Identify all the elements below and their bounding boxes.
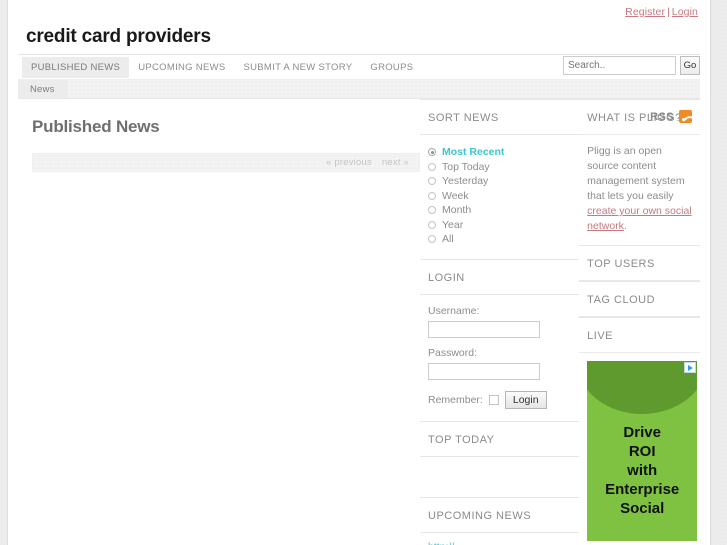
radio-icon[interactable] xyxy=(428,191,436,200)
userbar-separator: | xyxy=(667,6,670,18)
main-column: Published News « previous next » xyxy=(18,99,420,545)
top-users-heading: TOP USERS xyxy=(579,245,700,281)
right-sidebar: WHAT IS PLIGG? Pligg is an open source c… xyxy=(579,99,700,545)
remember-label: Remember: xyxy=(428,393,483,406)
username-input[interactable] xyxy=(428,320,540,338)
sort-option-label: All xyxy=(442,233,454,246)
sort-option-all[interactable]: All xyxy=(428,232,579,247)
top-today-list xyxy=(420,457,579,495)
what-is-pligg-text-end: . xyxy=(623,220,627,232)
upcoming-news-first-item[interactable]: http://... xyxy=(420,533,579,545)
ad-line-5: Social xyxy=(620,500,665,517)
create-social-network-link[interactable]: create your own social network xyxy=(587,205,691,232)
login-block: LOGIN Username: Password: Remember: Logi… xyxy=(420,258,580,419)
ad-text: Drive ROI with Enterprise Social xyxy=(587,423,697,518)
radio-icon[interactable] xyxy=(428,177,436,186)
middle-sidebar: SORT NEWS Most Recent Top Today Yesterda… xyxy=(420,99,580,545)
ad-dome-graphic xyxy=(587,361,698,414)
upcoming-news-heading: UPCOMING NEWS xyxy=(420,496,580,533)
content-area: Published News « previous next » SORT NE… xyxy=(8,99,710,545)
search-go-button[interactable]: Go xyxy=(680,56,700,75)
password-label: Password: xyxy=(428,346,478,359)
what-is-pligg-body: Pligg is an open source content manageme… xyxy=(579,135,700,245)
rss-icon[interactable] xyxy=(679,110,692,123)
rss-label: RSS xyxy=(650,110,674,123)
page-header: Published News xyxy=(18,99,420,143)
radio-icon[interactable] xyxy=(428,162,436,171)
previous-page-link[interactable]: « previous xyxy=(326,157,372,168)
radio-icon[interactable] xyxy=(428,235,436,244)
live-block: LIVE xyxy=(579,317,700,353)
sub-navigation: News xyxy=(18,80,700,99)
sort-news-heading: SORT NEWS xyxy=(420,99,580,135)
radio-icon[interactable] xyxy=(428,220,436,229)
sort-option-week[interactable]: Week xyxy=(428,189,579,204)
ad-line-1: Drive xyxy=(623,424,661,441)
nav-item-submit-a-new-story[interactable]: SUBMIT A NEW STORY xyxy=(235,57,362,78)
radio-icon[interactable] xyxy=(428,206,436,215)
site-title: credit card providers xyxy=(26,26,211,47)
ad-line-2: ROI xyxy=(628,443,656,460)
login-heading: LOGIN xyxy=(420,258,580,295)
page-title: Published News xyxy=(32,117,160,136)
sort-option-yesterday[interactable]: Yesterday xyxy=(428,174,579,189)
login-submit-button[interactable]: Login xyxy=(504,390,547,409)
top-users-block: TOP USERS xyxy=(579,245,700,281)
sort-option-label: Month xyxy=(442,204,472,217)
sort-news-options: Most Recent Top Today Yesterday Week Mon… xyxy=(420,135,579,257)
advertisement[interactable]: Drive ROI with Enterprise Social xyxy=(587,361,698,541)
what-is-pligg-text: Pligg is an open source content manageme… xyxy=(587,145,685,202)
username-label: Username: xyxy=(428,304,480,317)
rss-feed[interactable]: RSS xyxy=(650,110,692,123)
sort-option-label: Yesterday xyxy=(442,175,489,188)
upcoming-news-block: UPCOMING NEWS http://... xyxy=(420,496,580,545)
login-form: Username: Password: Remember: Login xyxy=(420,295,579,419)
sort-option-label: Top Today xyxy=(442,160,490,173)
sort-option-label: Most Recent xyxy=(442,146,505,159)
tag-cloud-heading: TAG CLOUD xyxy=(579,281,700,317)
live-heading: LIVE xyxy=(579,317,700,353)
remember-row: Remember: Login xyxy=(428,390,579,409)
sort-option-label: Week xyxy=(442,189,469,202)
sort-option-top-today[interactable]: Top Today xyxy=(428,160,579,175)
search-form: Go xyxy=(563,56,700,75)
sort-option-year[interactable]: Year xyxy=(428,218,579,233)
sort-option-most-recent[interactable]: Most Recent xyxy=(428,145,579,160)
tag-cloud-block: TAG CLOUD xyxy=(579,281,700,317)
user-bar: Register | Login xyxy=(8,0,710,20)
ad-line-4: Enterprise xyxy=(605,481,680,498)
nav-item-groups[interactable]: GROUPS xyxy=(361,57,422,78)
top-today-heading: TOP TODAY xyxy=(420,420,580,457)
top-today-block: TOP TODAY xyxy=(420,420,580,495)
pagination-bar: « previous next » xyxy=(32,153,420,172)
register-link[interactable]: Register xyxy=(625,6,665,18)
radio-icon[interactable] xyxy=(428,148,436,157)
sort-option-label: Year xyxy=(442,218,464,231)
nav-item-published-news[interactable]: PUBLISHED NEWS xyxy=(22,56,130,78)
password-input[interactable] xyxy=(428,362,540,380)
next-page-link[interactable]: next » xyxy=(382,157,409,168)
search-input[interactable] xyxy=(563,56,676,75)
adchoices-icon[interactable] xyxy=(684,362,697,373)
ad-line-3: with xyxy=(627,462,658,479)
subnav-tab-news[interactable]: News xyxy=(18,80,67,98)
sort-option-month[interactable]: Month xyxy=(428,203,579,218)
login-link[interactable]: Login xyxy=(672,6,698,18)
nav-item-upcoming-news[interactable]: UPCOMING NEWS xyxy=(129,57,234,78)
sort-news-block: SORT NEWS Most Recent Top Today Yesterda… xyxy=(420,99,580,257)
site-container: Register | Login credit card providers PUB… xyxy=(8,0,710,545)
main-navigation: PUBLISHED NEWS UPCOMING NEWS SUBMIT A NE… xyxy=(18,54,700,80)
remember-checkbox[interactable] xyxy=(488,394,499,405)
